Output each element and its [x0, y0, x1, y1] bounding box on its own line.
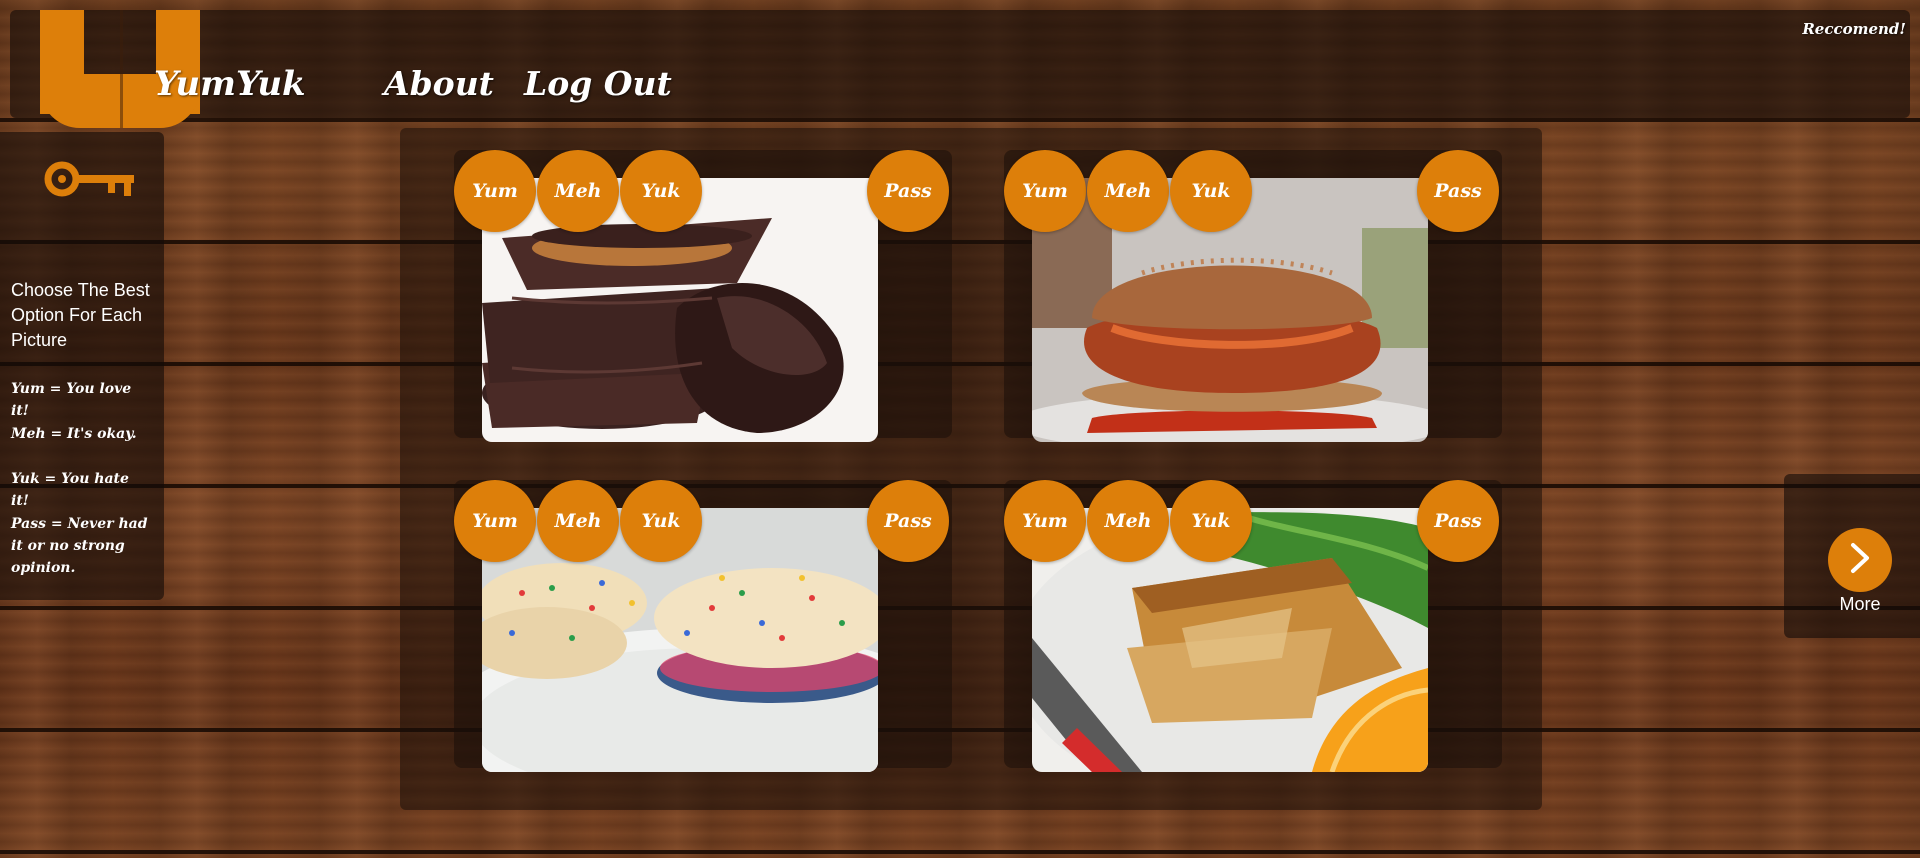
pass-button[interactable]: Pass	[867, 150, 949, 232]
yum-button[interactable]: Yum	[454, 480, 536, 562]
chevron-right-icon	[1847, 541, 1873, 579]
food-card: Yum Meh Yuk Pass	[454, 480, 952, 772]
yum-button[interactable]: Yum	[1004, 150, 1086, 232]
nav-logout-link[interactable]: Log Out	[524, 64, 672, 103]
meh-button[interactable]: Meh	[537, 480, 619, 562]
pass-button[interactable]: Pass	[867, 480, 949, 562]
legend-meh: Meh = It's okay.	[11, 426, 137, 442]
legend-yuk: Yuk = You hate it!	[11, 471, 129, 509]
more-button[interactable]	[1828, 528, 1892, 592]
legend-yum: Yum = You love it!	[11, 381, 132, 419]
food-card: Yum Meh Yuk Pass	[1004, 150, 1502, 442]
food-card: Yum Meh Yuk Pass	[1004, 480, 1502, 772]
meh-button[interactable]: Meh	[1087, 150, 1169, 232]
brand-name[interactable]: YumYuk	[154, 64, 306, 104]
nav-about-link[interactable]: About	[384, 64, 494, 103]
more-label[interactable]: More	[1822, 594, 1898, 615]
yuk-button[interactable]: Yuk	[620, 480, 702, 562]
key-icon	[44, 158, 136, 204]
yum-button[interactable]: Yum	[454, 150, 536, 232]
yuk-button[interactable]: Yuk	[1170, 480, 1252, 562]
food-card: Yum Meh Yuk Pass	[454, 150, 952, 442]
pass-button[interactable]: Pass	[1417, 150, 1499, 232]
recommend-link[interactable]: Reccomend!	[1802, 20, 1906, 38]
yum-button[interactable]: Yum	[1004, 480, 1086, 562]
legend-intro: Choose The Best Option For Each Picture	[11, 280, 150, 350]
meh-button[interactable]: Meh	[537, 150, 619, 232]
legend-pass: Pass = Never had it or no strong opinion…	[11, 516, 148, 576]
yuk-button[interactable]: Yuk	[1170, 150, 1252, 232]
yuk-button[interactable]: Yuk	[620, 150, 702, 232]
meh-button[interactable]: Meh	[1087, 480, 1169, 562]
pass-button[interactable]: Pass	[1417, 480, 1499, 562]
